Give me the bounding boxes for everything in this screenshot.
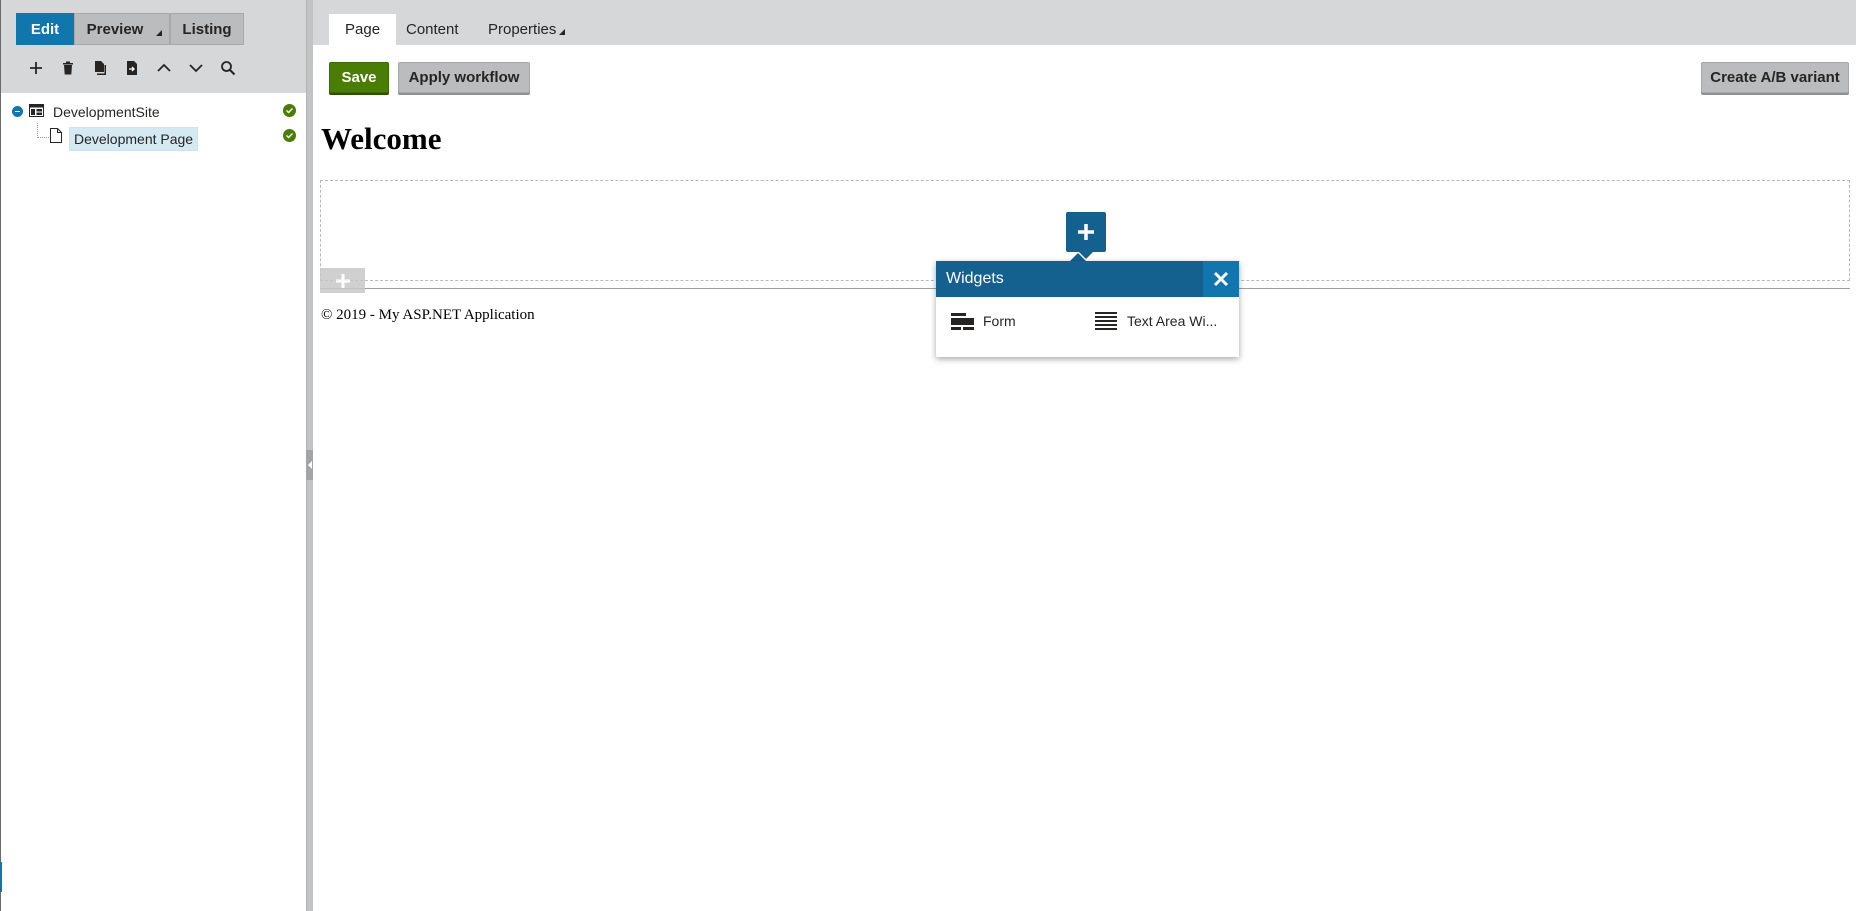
- copy-icon: [95, 61, 106, 75]
- search-icon: [221, 61, 236, 76]
- listing-mode-button[interactable]: Listing: [170, 13, 244, 45]
- move-down-button[interactable]: [180, 56, 212, 80]
- editing-tabs: Page Content Properties: [313, 0, 1856, 45]
- new-page-button[interactable]: [20, 56, 52, 80]
- search-tree-button[interactable]: [212, 56, 244, 80]
- add-section-button[interactable]: [320, 268, 365, 293]
- page-document-icon: [50, 128, 62, 143]
- plus-icon: [335, 273, 350, 288]
- page-heading: Welcome: [321, 121, 442, 156]
- widget-selector-popup: Widgets Form Text Area Wi...: [936, 261, 1239, 357]
- window-left-edge: [0, 0, 1, 911]
- site-layout-icon: [29, 104, 44, 117]
- published-status-icon: [283, 129, 296, 142]
- copy-page-button[interactable]: [84, 56, 116, 80]
- move-document-icon: [127, 61, 137, 75]
- tab-page[interactable]: Page: [329, 14, 397, 45]
- widget-item-text-area[interactable]: Text Area Wi...: [1095, 309, 1217, 333]
- move-page-button[interactable]: [116, 56, 148, 80]
- dropdown-corner-icon: [559, 29, 566, 35]
- collapse-node-toggle[interactable]: [12, 106, 23, 117]
- widget-selector-header: Widgets: [936, 261, 1239, 297]
- tab-content[interactable]: Content: [406, 14, 459, 45]
- page-footer-text: © 2019 - My ASP.NET Application: [321, 307, 535, 323]
- view-mode-switch: Edit Preview Listing: [16, 13, 244, 45]
- chevron-down-icon: [189, 64, 203, 73]
- trash-icon: [63, 61, 73, 75]
- widget-item-label: Text Area Wi...: [1127, 313, 1218, 329]
- add-widget-button[interactable]: [1066, 212, 1106, 259]
- save-button[interactable]: Save: [329, 62, 389, 93]
- published-status-icon: [283, 104, 296, 117]
- content-tree-header: Edit Preview Listing: [0, 0, 306, 93]
- form-icon: [951, 313, 974, 330]
- delete-page-button[interactable]: [52, 56, 84, 80]
- page-action-bar: Save Apply workflow Create A/B variant: [313, 45, 1856, 103]
- text-area-icon: [1095, 312, 1117, 330]
- edit-mode-button[interactable]: Edit: [16, 13, 74, 45]
- chevron-up-icon: [157, 63, 171, 72]
- tree-node-site[interactable]: DevelopmentSite: [53, 104, 160, 121]
- tab-properties[interactable]: Properties: [488, 14, 566, 45]
- create-ab-variant-button[interactable]: Create A/B variant: [1701, 62, 1849, 93]
- preview-mode-label: Preview: [86, 20, 144, 38]
- move-up-button[interactable]: [148, 56, 180, 80]
- left-accent-marker: [0, 862, 2, 892]
- tree-connector: [37, 123, 38, 138]
- tab-properties-label: Properties: [488, 21, 557, 38]
- widget-selector-title: Widgets: [946, 270, 1004, 287]
- page-builder-canvas: Welcome © 2019 - My ASP.NET Application …: [313, 103, 1856, 911]
- close-icon: [1213, 271, 1229, 287]
- tree-node-page[interactable]: Development Page: [69, 127, 199, 151]
- content-tree-panel: [0, 93, 306, 911]
- plus-icon: [30, 62, 42, 74]
- widget-item-form[interactable]: Form: [951, 309, 1016, 333]
- collapse-panel-handle[interactable]: [306, 450, 313, 480]
- close-popup-button[interactable]: [1203, 261, 1239, 297]
- apply-workflow-button[interactable]: Apply workflow: [398, 62, 530, 93]
- preview-mode-button[interactable]: Preview: [74, 13, 170, 45]
- tree-connector: [37, 137, 49, 138]
- plus-icon: [1078, 224, 1094, 240]
- widget-item-label: Form: [983, 313, 1016, 329]
- dropdown-corner-icon: [156, 30, 162, 36]
- tree-toolbar: [20, 56, 244, 80]
